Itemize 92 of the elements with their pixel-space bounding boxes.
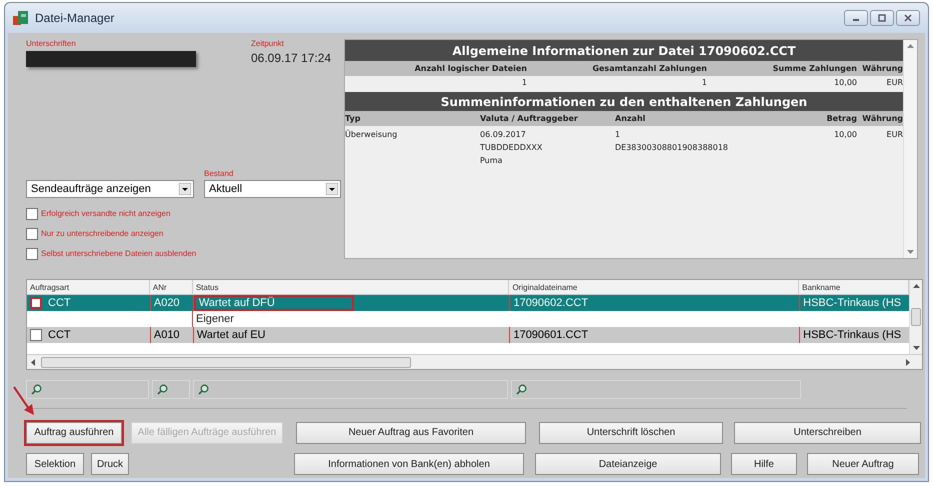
- column-header[interactable]: Status: [192, 280, 510, 294]
- scroll-up-icon: [912, 284, 920, 288]
- action-button[interactable]: Unterschreiben: [734, 422, 921, 444]
- table-cell-text: 17090602.CCT: [512, 296, 590, 311]
- search-field[interactable]: [152, 380, 190, 399]
- column-header: Gesamtanzahl Zahlungen: [591, 62, 707, 74]
- checkbox-label: Erfolgreich versandte nicht anzeigen: [41, 208, 170, 220]
- action-button[interactable]: Selektion: [26, 453, 84, 475]
- table-cell-text: CCT: [47, 328, 72, 343]
- maximize-button[interactable]: [870, 10, 894, 26]
- dropdown[interactable]: Sendeaufträge anzeigen: [26, 180, 194, 198]
- column-header: Anzahl logischer Dateien: [414, 62, 527, 74]
- checkbox[interactable]: [26, 208, 38, 220]
- scroll-left-icon: [31, 358, 35, 366]
- action-button[interactable]: Hilfe: [731, 453, 797, 475]
- table-cell-text: Wartet auf EU: [196, 328, 266, 343]
- dropdown[interactable]: Aktuell: [204, 180, 341, 198]
- field-label: Unterschriften: [26, 39, 77, 49]
- horizontal-scrollbar[interactable]: [27, 354, 922, 369]
- dropdown-arrow-icon: [179, 183, 191, 195]
- scroll-down-icon: [907, 250, 914, 254]
- table-cell-text: 1: [615, 129, 622, 141]
- field-label: Bestand: [204, 169, 234, 179]
- action-button[interactable]: Neuer Auftrag: [807, 453, 919, 475]
- table-cell-text: A020: [152, 296, 181, 311]
- section-title: Allgemeine Informationen zur Datei 17090602.CCT: [345, 40, 903, 61]
- column-header: Summe Zahlungen: [772, 62, 857, 74]
- search-icon: [198, 384, 209, 395]
- table-row[interactable]: CCT A010 Wartet auf EU 17090601.CCT HSBC-Trinkaus (HS: [27, 327, 910, 343]
- scroll-right-icon: [906, 358, 910, 366]
- table-cell-text: 06.09.2017: [480, 129, 527, 141]
- table-cell-text: 1: [700, 77, 707, 89]
- column-header: Währung: [861, 112, 903, 124]
- annotation-arrow: [12, 385, 36, 417]
- app-icon: [13, 10, 29, 26]
- column-header[interactable]: Auftragsart: [27, 280, 150, 294]
- scroll-thumb[interactable]: [911, 308, 921, 326]
- close-icon: [903, 14, 913, 22]
- action-button[interactable]: Neuer Auftrag aus Favoriten: [296, 422, 526, 444]
- search-field[interactable]: [193, 380, 508, 399]
- table-cell-text: Puma: [480, 155, 504, 167]
- action-button[interactable]: Dateianzeige: [535, 453, 721, 475]
- column-header[interactable]: Originaldateiname: [509, 280, 800, 294]
- table-cell-text: HSBC-Trinkaus (HS: [802, 328, 902, 343]
- action-button[interactable]: Unterschrift löschen: [539, 422, 723, 444]
- scrollbar[interactable]: [909, 280, 922, 354]
- action-button[interactable]: Auftrag ausführen: [26, 422, 122, 444]
- table-cell-text: TUBDDEDDXXX: [480, 142, 544, 154]
- table-cell-text: 10,00: [833, 77, 857, 89]
- maximize-icon: [877, 14, 887, 22]
- checkbox[interactable]: [26, 248, 38, 260]
- table-cell-text: 17090601.CCT: [512, 328, 590, 343]
- timestamp-value: 06.09.17 17:24: [251, 50, 332, 67]
- action-button[interactable]: Druck: [91, 453, 129, 475]
- column-header: Valuta / Auftraggeber: [480, 112, 579, 124]
- minimize-button[interactable]: [844, 10, 868, 26]
- column-header[interactable]: ANr: [150, 280, 193, 294]
- checkbox[interactable]: [26, 228, 38, 240]
- table-cell-text: DE38300308801908388018: [615, 142, 730, 154]
- table-cell-text: CCT: [47, 296, 72, 311]
- search-icon: [31, 384, 42, 395]
- table-cell-text: EUR: [886, 129, 903, 141]
- scroll-up-icon: [907, 44, 914, 48]
- table-cell-text: EUR: [886, 77, 903, 89]
- table-cell-text: A010: [152, 328, 181, 343]
- section-title: Summeninformationen zu den enthaltenen Zahlungen: [345, 92, 903, 111]
- search-icon: [516, 384, 527, 395]
- scrollbar[interactable]: [903, 40, 917, 258]
- scroll-down-icon: [912, 346, 920, 350]
- table-cell-text: 1: [520, 77, 527, 89]
- column-header: Betrag: [826, 112, 857, 124]
- table-cell-text: 10,00: [833, 129, 857, 141]
- scroll-thumb[interactable]: [41, 356, 411, 368]
- close-button[interactable]: [896, 10, 920, 26]
- window-title: Datei-Manager: [35, 10, 114, 27]
- table-cell: Wartet auf DFÜ: [194, 295, 354, 311]
- column-header: Währung: [861, 62, 903, 74]
- table-cell-text: HSBC-Trinkaus (HS: [802, 296, 902, 311]
- checkbox-label: Nur zu unterschreibende anzeigen: [41, 228, 164, 240]
- search-field[interactable]: [511, 380, 801, 399]
- checkbox[interactable]: [30, 329, 42, 341]
- table-cell-text: Eigener: [195, 312, 235, 327]
- checkbox-label: Selbst unterschriebene Dateien ausblenden: [41, 248, 196, 260]
- column-header: Typ: [345, 112, 362, 124]
- field-label: Zeitpunkt: [251, 39, 285, 49]
- search-icon: [157, 384, 168, 395]
- search-field[interactable]: [26, 380, 149, 399]
- table-cell-text: Überweisung: [345, 128, 398, 141]
- dropdown-arrow-icon: [326, 183, 338, 195]
- checkbox[interactable]: [30, 297, 42, 309]
- action-button[interactable]: Informationen von Bank(en) abholen: [294, 453, 524, 475]
- column-header: Anzahl: [615, 112, 646, 124]
